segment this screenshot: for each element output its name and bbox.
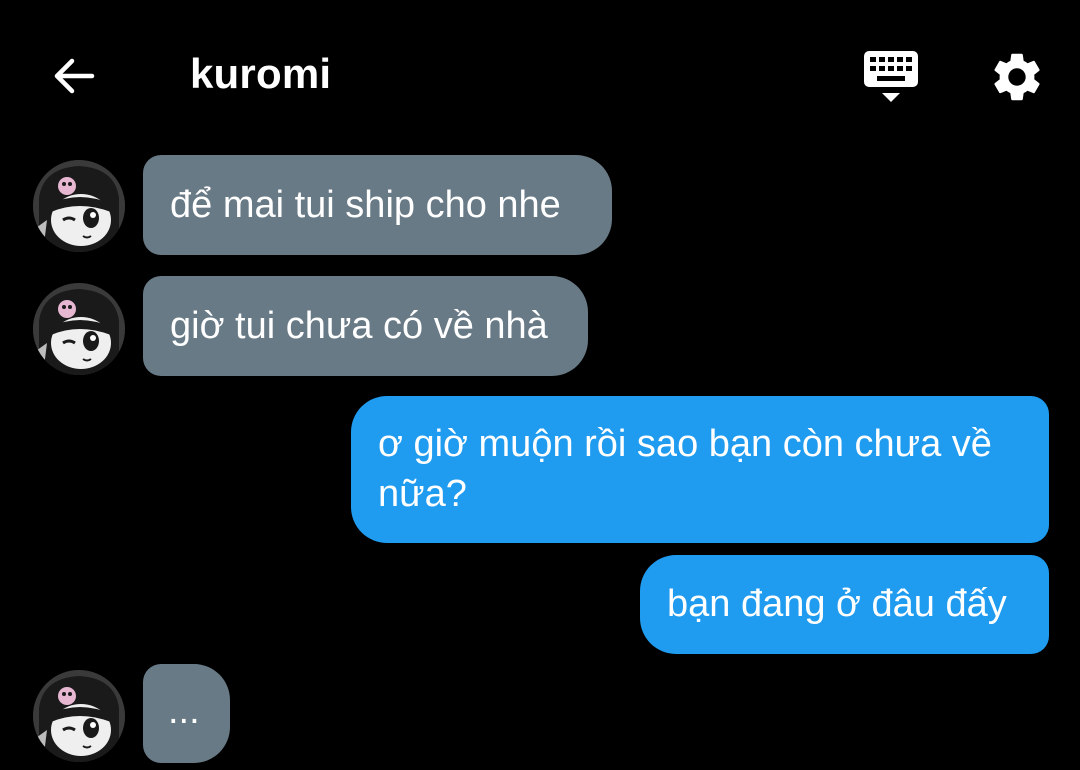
message-bubble-outgoing[interactable]: ơ giờ muộn rồi sao bạn còn chưa về nữa? — [351, 396, 1049, 543]
gear-icon — [994, 53, 1040, 101]
settings-button[interactable] — [988, 48, 1046, 106]
message-text-line: ơ giờ muộn rồi sao bạn còn chưa về — [378, 423, 992, 465]
contact-avatar[interactable] — [33, 283, 125, 375]
message-bubble-outgoing[interactable]: bạn đang ở đâu đấy — [640, 555, 1049, 654]
message-text: ... — [168, 690, 200, 732]
arrow-left-icon — [54, 58, 95, 94]
message-bubble-incoming[interactable]: để mai tui ship cho nhe — [143, 155, 612, 255]
message-bubble-incoming[interactable]: giờ tui chưa có về nhà — [143, 276, 588, 376]
chat-title: kuromi — [190, 50, 332, 97]
kuromi-avatar-icon — [33, 283, 125, 375]
message-text: để mai tui ship cho nhe — [170, 184, 561, 226]
message-text: giờ tui chưa có về nhà — [170, 305, 548, 347]
message-bubble-incoming[interactable]: ... — [143, 664, 230, 763]
chat-header: kuromi — [0, 0, 1080, 150]
back-button[interactable] — [48, 50, 100, 102]
keyboard-button[interactable] — [860, 48, 922, 106]
keyboard-icon — [864, 51, 918, 102]
kuromi-avatar-icon — [33, 160, 125, 252]
contact-avatar[interactable] — [33, 160, 125, 252]
kuromi-avatar-icon — [33, 670, 125, 762]
contact-avatar[interactable] — [33, 670, 125, 762]
message-text-line: nữa? — [378, 473, 467, 515]
message-text: bạn đang ở đâu đấy — [667, 583, 1007, 625]
